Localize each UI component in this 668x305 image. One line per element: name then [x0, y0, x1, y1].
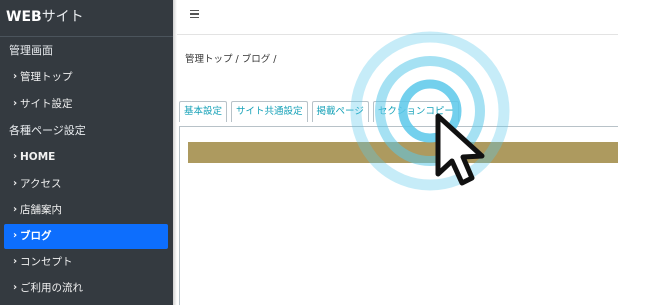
tab-section-copy[interactable]: セクションコピー [372, 101, 459, 122]
brand-title-rest: サイト [41, 9, 84, 25]
chevron-right-icon: › [13, 177, 18, 189]
sidebar-item-label: 店舗案内 [20, 204, 62, 216]
brand-title[interactable]: WEBサイト [0, 0, 173, 37]
sidebar-item-label: ご利用の流れ [20, 282, 83, 294]
sidebar-item-usage-flow[interactable]: › ご利用の流れ [0, 275, 173, 302]
chevron-right-icon: › [13, 229, 18, 241]
sidebar-item-blog[interactable]: › ブログ [4, 223, 168, 249]
sidebar-item-label: 管理トップ [20, 71, 73, 83]
sidebar-item-concept[interactable]: › コンセプト [0, 249, 173, 276]
sidebar-item-label: アクセス [20, 177, 62, 190]
sidebar-item-store-info[interactable]: › 店舗案内 [0, 197, 173, 224]
sidebar-item-label: サイト設定 [20, 97, 73, 110]
sidebar-item-access[interactable]: › アクセス [0, 171, 173, 198]
brand-title-bold: WEB [6, 9, 42, 25]
tab-basic-settings[interactable]: 基本設定 [179, 101, 228, 122]
tab-bar: 基本設定 サイト共通設定 掲載ページ セクションコピー [179, 101, 463, 122]
tab-panel [179, 126, 619, 305]
chevron-right-icon: › [13, 97, 18, 109]
page-margin [618, 0, 668, 305]
section-header-bar [188, 142, 619, 163]
sidebar-item-admin-top[interactable]: › 管理トップ [0, 64, 173, 91]
sidebar-item-label: HOME [20, 151, 56, 163]
hamburger-icon[interactable] [190, 10, 199, 18]
sidebar-section-admin: 管理画面 [9, 44, 53, 57]
chevron-right-icon: › [13, 255, 18, 267]
breadcrumb: 管理トップ / ブログ / [185, 54, 277, 65]
sidebar-item-label: コンセプト [20, 255, 73, 268]
chevron-right-icon: › [13, 282, 18, 293]
tab-published-pages[interactable]: 掲載ページ [311, 101, 369, 122]
chevron-right-icon: › [13, 151, 18, 162]
sidebar: WEBサイト 管理画面 › 管理トップ › サイト設定 各種ページ設定 › HO… [0, 0, 173, 305]
sidebar-item-home[interactable]: › HOME [0, 144, 173, 171]
sidebar-section-pages: 各種ページ設定 [9, 124, 86, 137]
chevron-right-icon: › [13, 71, 18, 82]
main-content: 管理トップ / ブログ / 基本設定 サイト共通設定 掲載ページ セクションコピ… [177, 0, 619, 305]
chevron-right-icon: › [13, 204, 18, 215]
top-navbar [177, 0, 618, 35]
sidebar-item-site-settings[interactable]: › サイト設定 [0, 91, 173, 118]
sidebar-item-label: ブログ [20, 229, 52, 242]
tab-site-common-settings[interactable]: サイト共通設定 [231, 101, 308, 122]
